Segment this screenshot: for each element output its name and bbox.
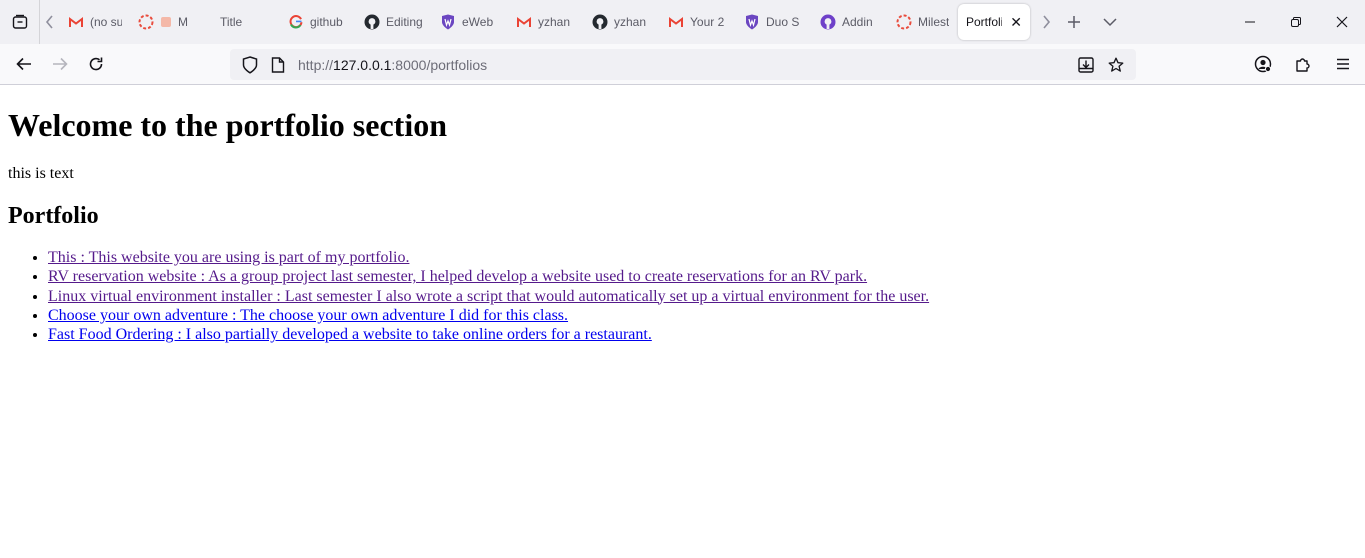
tab-label: M — [178, 15, 188, 29]
tab-label: eWeb — [462, 15, 494, 29]
list-item: Choose your own adventure : The choose y… — [48, 306, 1357, 325]
portfolio-link-this-website[interactable]: This : This website you are using is par… — [48, 249, 409, 266]
tab-label: yzhan — [614, 15, 647, 29]
tab-label: Portfoli — [966, 15, 1003, 29]
tab-label: Duo S — [766, 15, 800, 29]
tab-editing[interactable]: Editing — [356, 4, 432, 40]
address-bar-actions — [1072, 51, 1130, 79]
reload-icon — [89, 57, 103, 71]
image-icon — [160, 14, 172, 30]
hamburger-menu-icon — [1337, 58, 1349, 70]
minimize-icon — [1245, 21, 1255, 23]
account-button[interactable] — [1247, 48, 1279, 80]
tab-github-search[interactable]: github — [280, 4, 356, 40]
tracking-protection-shield-icon[interactable] — [236, 51, 264, 79]
tab-label: github — [310, 15, 343, 29]
restore-button[interactable] — [1273, 0, 1319, 44]
tab-label: Milest — [918, 15, 950, 29]
github-icon — [592, 14, 608, 30]
tab-label: Addin — [842, 15, 873, 29]
chevron-right-icon — [1043, 15, 1051, 29]
chevron-left-icon — [45, 15, 53, 29]
portfolio-link-rv-reservation[interactable]: RV reservation website : As a group proj… — [48, 268, 867, 285]
back-button[interactable] — [8, 48, 40, 80]
new-tab-button[interactable] — [1056, 0, 1092, 44]
shield-icon — [744, 14, 760, 30]
tab-milestone[interactable]: Milest — [888, 4, 958, 40]
google-icon — [288, 14, 304, 30]
bookmark-star-icon[interactable] — [1102, 51, 1130, 79]
url-path: :8000/portfolios — [391, 56, 488, 73]
restore-icon — [1291, 17, 1301, 27]
tab-close-icon[interactable]: ✕ — [1010, 14, 1022, 31]
portfolio-link-choose-adventure[interactable]: Choose your own adventure : The choose y… — [48, 307, 568, 324]
save-to-pocket-icon[interactable] — [1072, 51, 1100, 79]
tab-gmail-yzhang[interactable]: yzhan — [508, 4, 584, 40]
list-item: RV reservation website : As a group proj… — [48, 267, 1357, 286]
gmail-icon — [68, 14, 84, 30]
tab-label: Your 2 — [690, 15, 725, 29]
tab-eweb[interactable]: eWeb — [432, 4, 508, 40]
gmail-icon — [516, 14, 532, 30]
portfolio-link-fast-food[interactable]: Fast Food Ordering : I also partially de… — [48, 326, 652, 343]
tab-strip: (no su M Title github Editing eWeb yzhan — [0, 0, 1365, 44]
chevron-down-icon — [1103, 18, 1117, 27]
url-host: 127.0.0.1 — [333, 56, 392, 73]
tab-m[interactable]: M — [130, 4, 204, 40]
tab-adding[interactable]: Addin — [812, 4, 888, 40]
close-icon — [1336, 16, 1348, 28]
shield-icon — [440, 14, 456, 30]
minimize-button[interactable] — [1227, 0, 1273, 44]
extensions-button[interactable] — [1287, 48, 1319, 80]
github-icon — [364, 14, 380, 30]
tab-label: (no su — [90, 15, 122, 29]
portfolio-list: This : This website you are using is par… — [8, 248, 1357, 344]
url-scheme: http:// — [298, 56, 334, 73]
list-item: This : This website you are using is par… — [48, 248, 1357, 267]
sync-icon — [896, 14, 912, 30]
tab-portfolios-active[interactable]: Portfoli ✕ — [958, 4, 1030, 40]
tab-title[interactable]: Title — [204, 4, 280, 40]
close-window-button[interactable] — [1319, 0, 1365, 44]
tab-label: Title — [220, 15, 243, 29]
list-item: Fast Food Ordering : I also partially de… — [48, 325, 1357, 344]
arrow-right-icon — [53, 57, 68, 71]
sync-icon — [138, 14, 154, 30]
tab-github-yzhang[interactable]: yzhan — [584, 4, 660, 40]
list-item: Linux virtual environment installer : La… — [48, 287, 1357, 306]
forward-button[interactable] — [44, 48, 76, 80]
plus-icon — [1068, 16, 1080, 28]
toolbar-right — [1243, 48, 1359, 80]
address-bar[interactable]: http://127.0.0.1:8000/portfolios — [230, 49, 1136, 80]
portfolio-link-linux-installer[interactable]: Linux virtual environment installer : La… — [48, 288, 929, 305]
github-icon — [820, 14, 836, 30]
tabs-scroll-left-button[interactable] — [40, 0, 60, 44]
page-content: Welcome to the portfolio section this is… — [0, 85, 1365, 344]
arrow-left-icon — [16, 57, 31, 71]
tab-label: Editing — [386, 15, 423, 29]
url-text[interactable]: http://127.0.0.1:8000/portfolios — [298, 57, 487, 73]
tab-list-icon — [12, 14, 27, 29]
section-title: Portfolio — [8, 203, 99, 229]
account-icon — [1254, 55, 1272, 73]
reload-button[interactable] — [80, 48, 112, 80]
intro-text: this is text — [8, 165, 74, 182]
page-info-icon[interactable] — [264, 51, 292, 79]
gmail-icon — [668, 14, 684, 30]
tab-overview-button[interactable] — [0, 0, 40, 44]
list-all-tabs-button[interactable] — [1092, 0, 1128, 44]
app-menu-button[interactable] — [1327, 48, 1359, 80]
navigation-toolbar: http://127.0.0.1:8000/portfolios — [0, 44, 1365, 85]
tab-label: yzhan — [538, 15, 571, 29]
puzzle-piece-icon — [1296, 58, 1310, 72]
tab-duo[interactable]: Duo S — [736, 4, 812, 40]
tab-gmail-your[interactable]: Your 2 — [660, 4, 736, 40]
window-controls — [1227, 0, 1365, 44]
tabs-scroll-right-button[interactable] — [1036, 0, 1056, 44]
tab-gmail-no-subject[interactable]: (no su — [60, 4, 130, 40]
page-title: Welcome to the portfolio section — [8, 107, 447, 143]
